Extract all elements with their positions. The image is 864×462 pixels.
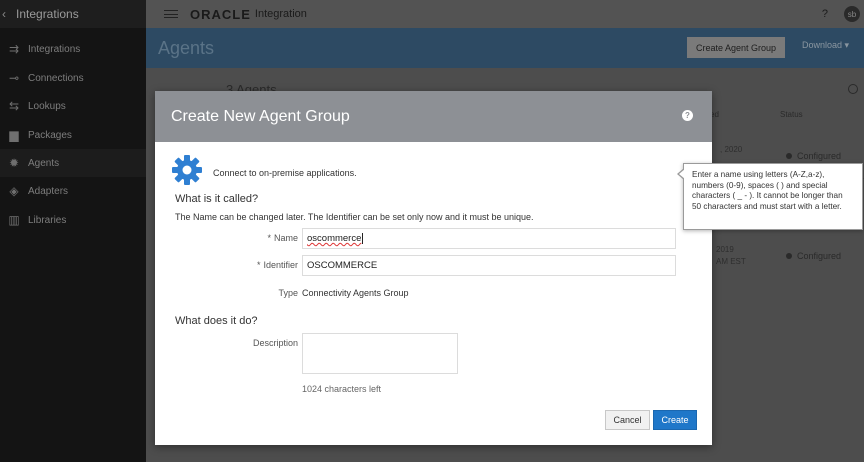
name-input-value: oscommerce — [307, 233, 362, 244]
description-label: Description — [252, 338, 298, 348]
sidebar-item-agents[interactable]: ✹ Agents — [0, 149, 146, 177]
folder-icon: ▆ — [9, 128, 19, 142]
sidebar-title: Integrations — [16, 7, 79, 21]
description-textarea[interactable] — [302, 333, 458, 374]
adapters-icon: ◈ — [9, 184, 19, 198]
create-agent-group-button[interactable]: Create Agent Group — [687, 37, 785, 58]
section-title-name: What is it called? — [175, 193, 259, 205]
identifier-label: * Identifier — [245, 260, 298, 270]
avatar[interactable]: sb — [844, 6, 860, 22]
section-title-description: What does it do? — [175, 315, 258, 327]
sidebar-item-lookups[interactable]: ⇆ Lookups — [0, 92, 146, 120]
page-title: Agents — [158, 38, 215, 58]
dialog-title: Create New Agent Group — [171, 107, 350, 125]
connections-icon: ⊸ — [8, 71, 20, 85]
search-icon[interactable] — [848, 84, 858, 94]
text-caret — [362, 233, 364, 244]
sidebar: ‹ Integrations ⇉ Integrations ⊸ Connecti… — [0, 0, 146, 462]
libraries-icon: ▥ — [8, 213, 20, 227]
sidebar-item-label: Agents — [28, 157, 60, 169]
name-input[interactable]: oscommerce — [302, 228, 676, 249]
chevron-down-icon: ▾ — [844, 40, 850, 50]
status-dot — [786, 253, 792, 259]
gear-icon — [172, 155, 202, 185]
sidebar-item-label: Libraries — [28, 214, 67, 226]
name-label: * Name — [255, 233, 298, 243]
help-icon[interactable]: ? — [822, 8, 828, 20]
status-dot — [786, 153, 792, 159]
integrations-icon: ⇉ — [8, 42, 20, 56]
column-header-status[interactable]: Status — [780, 110, 803, 119]
sidebar-item-label: Packages — [28, 129, 72, 141]
sidebar-item-label: Adapters — [28, 185, 69, 197]
status-text: Configured — [797, 151, 842, 161]
required-marker: * — [256, 260, 261, 270]
status-badge: Configured — [786, 151, 841, 161]
sidebar-item-integrations[interactable]: ⇉ Integrations — [0, 35, 146, 63]
required-marker: * — [267, 233, 271, 243]
row-time: AM EST — [716, 257, 746, 266]
sidebar-item-label: Lookups — [28, 100, 66, 112]
type-label: Type — [278, 288, 298, 298]
page-header: Agents Create Agent Group Download ▾ — [146, 28, 864, 68]
intro-text: Connect to on-premise applications. — [213, 168, 357, 178]
dialog-header: Create New Agent Group ? — [155, 91, 712, 142]
cancel-button[interactable]: Cancel — [605, 410, 650, 430]
top-bar: ORACLE Integration ? sb — [146, 0, 864, 28]
brand-logo: ORACLE — [190, 6, 251, 22]
lookups-icon: ⇆ — [8, 99, 20, 113]
sidebar-item-adapters[interactable]: ◈ Adapters — [0, 177, 146, 205]
help-icon[interactable]: ? — [682, 110, 693, 121]
download-button[interactable]: Download ▾ — [802, 40, 849, 51]
characters-left: 1024 characters left — [302, 384, 382, 394]
sidebar-item-packages[interactable]: ▆ Packages — [0, 121, 146, 149]
create-agent-group-dialog: Create New Agent Group ? Connect to on-p… — [155, 91, 712, 445]
gear-icon: ✹ — [8, 156, 20, 170]
identifier-label-text: Identifier — [263, 260, 298, 270]
status-badge: Configured — [786, 251, 841, 261]
sidebar-item-label: Connections — [28, 72, 84, 84]
row-date: 2019 — [716, 245, 734, 254]
name-hint-tooltip: Enter a name using letters (A-Z,a-z), nu… — [677, 163, 863, 230]
sidebar-item-libraries[interactable]: ▥ Libraries — [0, 206, 146, 234]
download-label: Download — [802, 40, 843, 50]
product-name: Integration — [254, 8, 307, 20]
sidebar-header[interactable]: ‹ Integrations — [0, 0, 146, 28]
row-date: , 2020 — [720, 145, 743, 154]
name-label-text: Name — [273, 233, 298, 243]
status-text: Configured — [797, 251, 842, 261]
menu-icon[interactable] — [164, 10, 178, 18]
sidebar-item-label: Integrations — [28, 43, 81, 55]
type-value: Connectivity Agents Group — [302, 288, 409, 298]
chevron-left-icon[interactable]: ‹ — [2, 7, 16, 21]
section-subtitle: The Name can be changed later. The Ident… — [175, 212, 534, 222]
create-button[interactable]: Create — [653, 410, 697, 430]
identifier-input[interactable]: OSCOMMERCE — [302, 255, 676, 276]
identifier-input-value: OSCOMMERCE — [307, 260, 378, 271]
sidebar-item-connections[interactable]: ⊸ Connections — [0, 64, 146, 92]
